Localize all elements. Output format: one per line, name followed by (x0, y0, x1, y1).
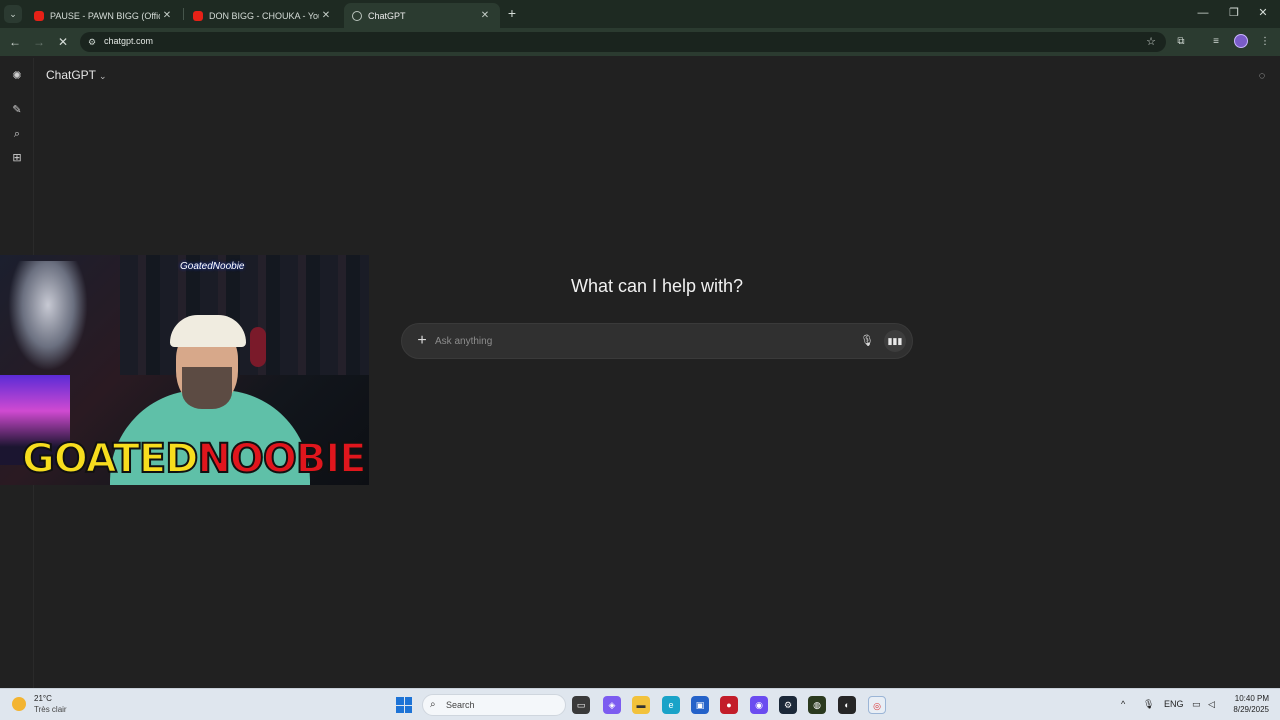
close-window-icon[interactable]: ✕ (1254, 5, 1272, 21)
chrome-icon[interactable]: ◎ (868, 696, 886, 714)
forward-icon[interactable]: → (31, 34, 47, 50)
new-tab-button[interactable]: + (504, 5, 520, 21)
profile-avatar[interactable] (1234, 34, 1248, 48)
tab-pause-pawn-bigg[interactable]: PAUSE - PAWN BIGG (Official A ✕ (26, 3, 182, 28)
steam-icon[interactable]: ⚙ (779, 696, 797, 714)
chevron-down-icon: ⌄ (99, 71, 107, 81)
streamer-banner: GOATEDNOOBIE (21, 436, 368, 482)
browser-menu-icon[interactable]: ⋮ (1257, 34, 1273, 50)
extensions-icon[interactable]: ⧉ (1173, 34, 1189, 50)
close-tab-icon[interactable]: ✕ (319, 10, 333, 21)
minimize-icon[interactable]: — (1194, 5, 1212, 21)
weather-temperature[interactable]: 21°C (34, 694, 52, 703)
temporary-chat-icon[interactable]: ◌ (1255, 69, 1269, 83)
tab-title: DON BIGG - CHOUKA - YouTub (209, 10, 319, 21)
reading-list-icon[interactable]: ≡ (1208, 34, 1224, 50)
site-info-icon[interactable]: ⚙ (86, 36, 98, 48)
microphone-icon[interactable]: 🎙 (860, 333, 874, 349)
youtube-icon (34, 10, 44, 21)
weather-sun-icon[interactable] (12, 697, 26, 711)
banner-right: NOOBIE (196, 436, 367, 482)
network-icon[interactable]: ▭ (1192, 699, 1201, 710)
copilot-icon[interactable]: ◈ (603, 696, 621, 714)
prompt-input[interactable] (435, 332, 835, 350)
chatgpt-logo-icon[interactable]: ✺ (10, 69, 24, 83)
address-bar[interactable]: ⚙ chatgpt.com ☆ (80, 32, 1166, 52)
taskbar: 21°C Très clair ⌕ Search ▭ ◈ ▬ e ▣ ● ◉ ⚙… (0, 688, 1280, 720)
url-text: chatgpt.com (104, 36, 154, 46)
tab-divider (183, 8, 184, 20)
model-label: ChatGPT (46, 68, 97, 82)
file-explorer-icon[interactable]: ▬ (632, 696, 650, 714)
youtube-icon (193, 10, 203, 21)
task-view-icon[interactable]: ▭ (572, 696, 590, 714)
new-chat-icon[interactable]: ✎ (10, 103, 24, 117)
volume-icon[interactable]: ◁ (1208, 699, 1215, 710)
tab-chatgpt[interactable]: ChatGPT ✕ (344, 3, 500, 28)
stop-loading-icon[interactable]: ✕ (55, 34, 71, 50)
browser-toolbar: ← → ✕ ⚙ chatgpt.com ☆ ⧉ ≡ ⋮ (0, 28, 1280, 56)
start-icon[interactable] (396, 697, 412, 713)
search-chats-icon[interactable]: ⌕ (10, 127, 24, 141)
language-indicator[interactable]: ENG (1164, 699, 1184, 709)
banner-left: GOATED (21, 436, 199, 482)
tab-search-button[interactable]: ⌄ (4, 5, 22, 23)
back-icon[interactable]: ← (7, 34, 23, 50)
restore-icon[interactable]: ❐ (1225, 5, 1243, 21)
game-app-icon[interactable]: ◍ (808, 696, 826, 714)
voice-mode-button[interactable]: ▮▮▮ (884, 330, 906, 352)
webcam-beard (182, 367, 232, 409)
page-title: What can I help with? (570, 276, 744, 296)
chatgpt-icon (352, 10, 362, 21)
library-icon[interactable]: ⊞ (10, 151, 24, 165)
taskbar-search[interactable]: ⌕ Search (422, 694, 566, 716)
composer: + 🎙 ▮▮▮ (401, 323, 913, 359)
tab-title: PAUSE - PAWN BIGG (Official A (50, 10, 160, 21)
webcam-statue (8, 261, 88, 371)
tray-overflow-icon[interactable]: ^ (1121, 699, 1125, 709)
discord-icon[interactable]: ◉ (750, 696, 768, 714)
clock-time[interactable]: 10:40 PM (1233, 694, 1269, 703)
weather-description[interactable]: Très clair (34, 705, 67, 714)
plus-icon[interactable]: + (414, 332, 430, 350)
tray-mic-icon[interactable]: 🎙 (1143, 699, 1154, 710)
close-tab-icon[interactable]: ✕ (160, 10, 174, 21)
tab-strip: ⌄ PAUSE - PAWN BIGG (Official A ✕ DON BI… (0, 0, 1280, 28)
taskbar-search-label: Search (446, 700, 475, 710)
search-icon: ⌕ (430, 699, 436, 710)
store-icon[interactable]: ▣ (691, 696, 709, 714)
close-tab-icon[interactable]: ✕ (478, 10, 492, 21)
streamer-handle: GoatedNoobie (180, 261, 245, 272)
model-selector[interactable]: ChatGPT ⌄ (46, 68, 107, 82)
tab-title: ChatGPT (368, 10, 406, 21)
bookmark-star-icon[interactable]: ☆ (1146, 35, 1156, 48)
app-red-icon[interactable]: ● (720, 696, 738, 714)
tab-don-bigg-chouka[interactable]: DON BIGG - CHOUKA - YouTub ✕ (185, 3, 341, 28)
obs-icon[interactable]: ◐ (838, 696, 856, 714)
clock-date[interactable]: 8/29/2025 (1225, 705, 1269, 714)
edge-icon[interactable]: e (662, 696, 680, 714)
webcam-headset (250, 327, 266, 367)
webcam-cap (170, 315, 246, 347)
webcam-overlay: GoatedNoobie GOATEDNOOBIE (0, 255, 369, 485)
